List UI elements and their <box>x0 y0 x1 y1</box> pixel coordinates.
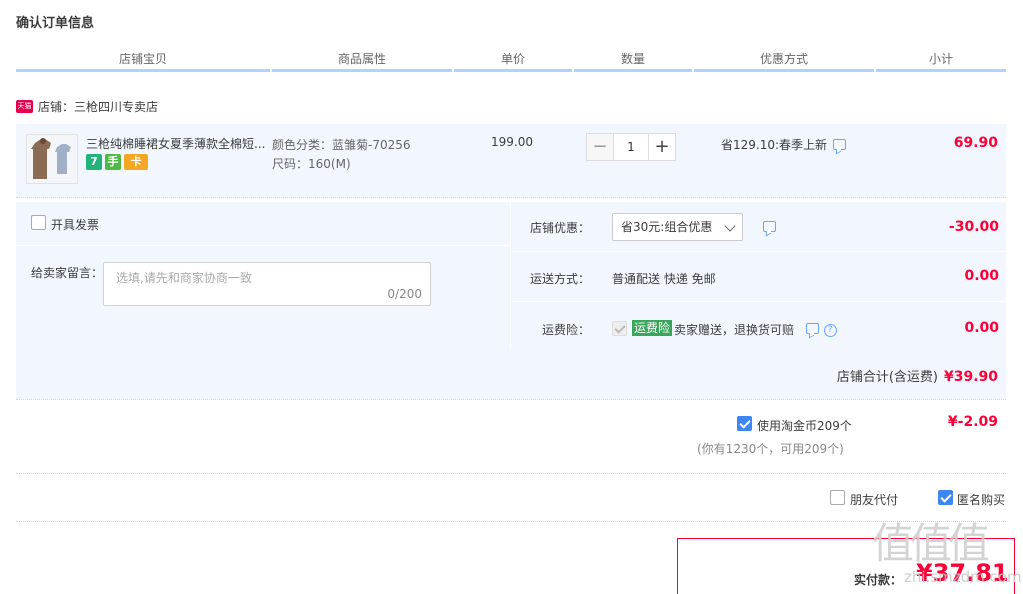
product-thumbnail[interactable] <box>26 134 78 184</box>
insurance-desc: 卖家赠送，退换货可赔 ? <box>674 321 837 338</box>
shop-total-label: 店铺合计(含运费) <box>836 370 938 385</box>
anonymous-checkbox[interactable] <box>938 490 953 505</box>
product-title-link[interactable]: 三枪纯棉睡裙女夏季薄款全棉短... <box>86 135 265 152</box>
unit-price: 199.00 <box>491 135 533 149</box>
guarantee-icon: 手 <box>105 154 121 170</box>
friend-pay-label[interactable]: 朋友代付 <box>850 491 898 508</box>
coins-amount: ¥-2.09 <box>947 414 998 430</box>
memo-char-count: 0/200 <box>387 287 422 301</box>
invoice-row: 开具发票 <box>16 202 510 246</box>
delivery-label: 运送方式： <box>529 272 590 286</box>
column-subtotal: 小计 <box>876 50 1006 72</box>
product-size-attr: 尺码：160(M) <box>272 157 351 171</box>
column-shop-item: 店铺宝贝 <box>16 50 270 72</box>
use-coins-label[interactable]: 使用淘金币209个 <box>757 417 852 434</box>
comment-icon[interactable] <box>805 323 819 334</box>
qty-decrease-button[interactable]: − <box>586 133 614 161</box>
memo-label: 给卖家留言： <box>31 266 104 280</box>
item-subtotal: 69.90 <box>953 135 998 151</box>
shop-row: 天猫 店铺：三枪四川专卖店 <box>16 96 158 116</box>
delivery-row: 运送方式： 0.00 <box>511 252 1007 302</box>
use-coins-checkbox[interactable] <box>737 416 752 431</box>
service-badges: 7 手 卡 <box>86 154 148 170</box>
item-promotion-text: 省129.10:春季上新 <box>721 138 828 152</box>
insurance-amount: 0.00 <box>964 320 999 336</box>
shop-discount-label: 店铺优惠： <box>529 221 590 235</box>
tmall-icon: 天猫 <box>16 99 33 113</box>
delivery-method: 普通配送 快递 免邮 <box>612 272 716 286</box>
shop-discount-row: 店铺优惠： 省30元:组合优惠 -30.00 <box>511 202 1007 252</box>
column-attributes: 商品属性 <box>272 50 452 72</box>
chevron-down-icon <box>724 220 736 232</box>
insurance-text: 卖家赠送，退换货可赔 <box>674 323 795 337</box>
invoice-label[interactable]: 开具发票 <box>51 216 99 233</box>
invoice-checkbox[interactable] <box>31 215 46 230</box>
comment-icon[interactable] <box>763 221 776 232</box>
shop-discount-selected: 省30元:组合优惠 <box>621 220 713 234</box>
order-item-row: 三枪纯棉睡裙女夏季薄款全棉短... 7 手 卡 颜色分类：蓝雏菊-70256 尺… <box>16 124 1006 198</box>
product-color-attr: 颜色分类：蓝雏菊-70256 <box>272 138 411 152</box>
qty-input[interactable]: 1 <box>614 133 648 161</box>
friend-pay-checkbox[interactable] <box>830 490 845 505</box>
help-icon[interactable]: ? <box>823 324 837 337</box>
memo-textarea[interactable]: 选填,请先和商家协商一致 0/200 <box>103 262 431 306</box>
total-amount: ¥37.81 <box>916 559 1009 587</box>
page-title: 确认订单信息 <box>16 16 95 31</box>
shop-name[interactable]: 店铺：三枪四川专卖店 <box>38 98 158 115</box>
payment-options-row: 朋友代付 匿名购买 <box>16 474 1006 522</box>
payment-total-box: 实付款： ¥37.81 <box>677 538 1015 594</box>
qty-increase-button[interactable]: + <box>648 133 676 161</box>
insurance-label: 运费险： <box>541 323 590 337</box>
column-quantity: 数量 <box>574 50 692 72</box>
comment-icon[interactable] <box>833 139 847 150</box>
shop-total: 店铺合计(含运费) ¥39.90 <box>837 366 998 385</box>
anonymous-label[interactable]: 匿名购买 <box>957 491 1005 508</box>
options-right: 店铺优惠： 省30元:组合优惠 -30.00 运送方式： 0.00 普通配送 快… <box>510 202 1007 348</box>
column-header: 店铺宝贝 商品属性 单价 数量 优惠方式 小计 <box>16 50 1006 72</box>
options-left: 开具发票 给卖家留言： 选填,请先和商家协商一致 0/200 <box>16 202 510 348</box>
shop-discount-select[interactable]: 省30元:组合优惠 <box>612 213 743 241</box>
column-unit-price: 单价 <box>454 50 572 72</box>
delivery-amount: 0.00 <box>964 268 999 284</box>
order-options-panel: 开具发票 给卖家留言： 选填,请先和商家协商一致 0/200 店铺优惠： 省30… <box>16 202 1007 400</box>
shop-total-amount: ¥39.90 <box>943 369 998 385</box>
taojinbi-row: 使用淘金币209个 (你有1230个，可用209个) ¥-2.09 <box>16 400 1006 474</box>
insurance-checkbox <box>612 321 627 336</box>
item-promotion: 省129.10:春季上新 <box>721 136 847 153</box>
shop-discount-amount: -30.00 <box>948 219 999 235</box>
insurance-tag: 运费险 <box>632 320 673 336</box>
column-discount: 优惠方式 <box>694 50 874 72</box>
coins-balance-note: (你有1230个，可用209个) <box>697 442 844 456</box>
credit-card-icon: 卡 <box>124 154 148 170</box>
quantity-stepper: − 1 + <box>586 133 676 161</box>
total-label: 实付款： <box>854 573 903 587</box>
memo-placeholder: 选填,请先和商家协商一致 <box>116 271 252 285</box>
seven-day-return-icon: 7 <box>86 154 102 170</box>
